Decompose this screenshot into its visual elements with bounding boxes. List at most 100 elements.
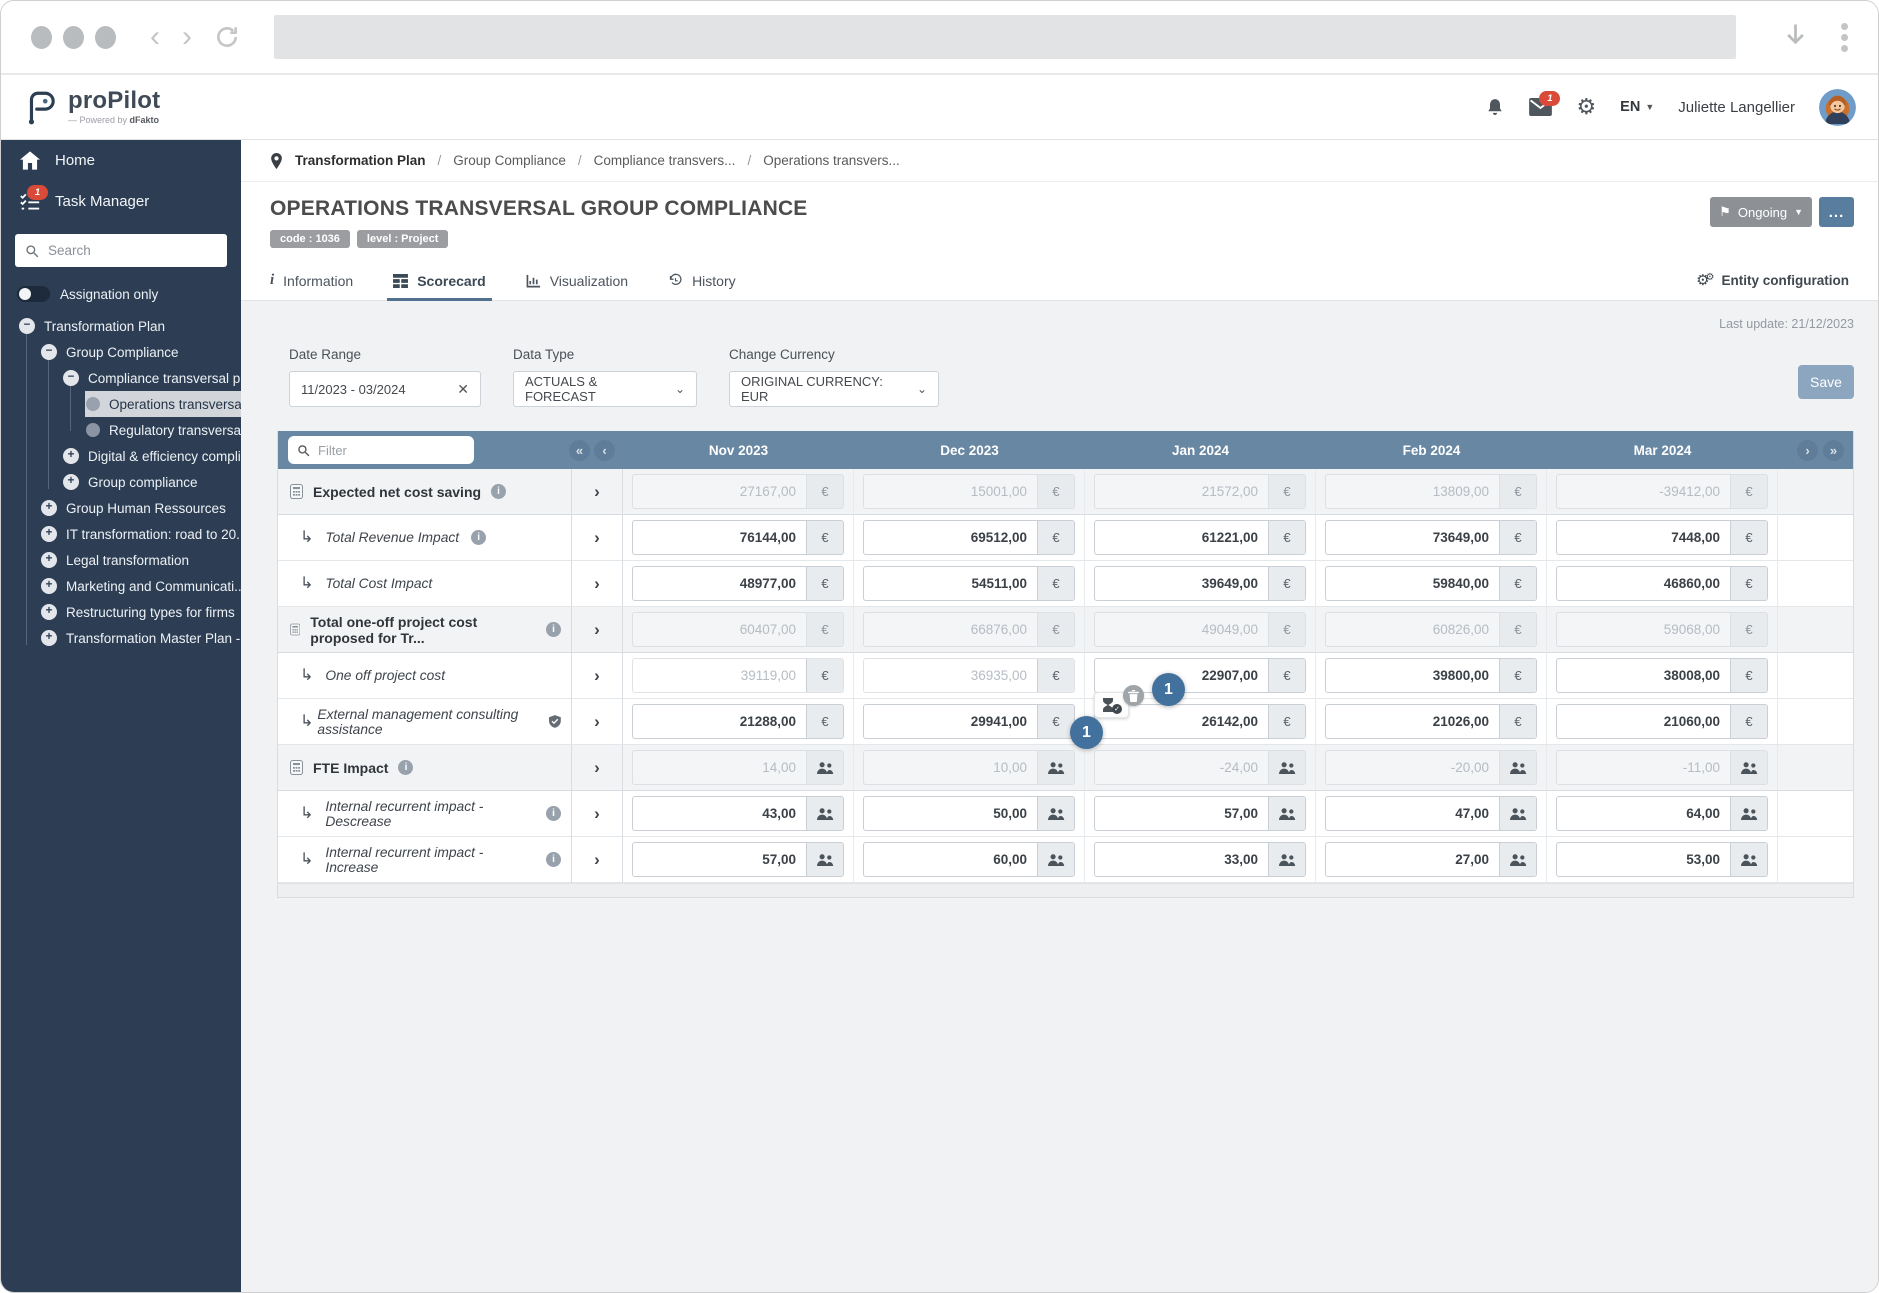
language-selector[interactable]: EN ▼	[1620, 99, 1654, 115]
expand-row-chevron[interactable]: ›	[572, 561, 623, 607]
status-dropdown-button[interactable]: ⚑ Ongoing ▼	[1710, 197, 1812, 227]
expand-icon[interactable]: +	[41, 630, 57, 646]
sidebar-item-task-manager[interactable]: 1 Task Manager	[1, 181, 241, 222]
sidebar-tree-item[interactable]: + Group compliance	[63, 469, 241, 495]
scorecard-cell-input[interactable]: 54511,00 €	[863, 566, 1075, 601]
scorecard-cell-input[interactable]: 50,00	[863, 796, 1075, 831]
collapse-icon[interactable]: −	[19, 318, 35, 334]
expand-icon[interactable]: +	[41, 604, 57, 620]
tab-history[interactable]: History	[668, 261, 736, 300]
annotation-marker[interactable]: 1	[1152, 673, 1185, 706]
sidebar-tree-item[interactable]: − Group Compliance	[41, 339, 241, 365]
scorecard-cell-input[interactable]: 64,00	[1556, 796, 1768, 831]
scorecard-cell-input[interactable]: 57,00	[632, 842, 844, 877]
sidebar-tree-item[interactable]: + Marketing and Communicati...	[41, 573, 241, 599]
avatar[interactable]	[1819, 88, 1856, 126]
scorecard-cell-input[interactable]: 7448,00 €	[1556, 520, 1768, 555]
tab-scorecard[interactable]: Scorecard	[387, 261, 493, 301]
currency-select[interactable]: ORIGINAL CURRENCY: EUR ⌄	[729, 371, 939, 407]
expand-row-chevron[interactable]: ›	[572, 699, 623, 745]
sidebar-tree-item[interactable]: + Restructuring types for firms	[41, 599, 241, 625]
scorecard-cell-input[interactable]: 43,00	[632, 796, 844, 831]
scorecard-cell-input[interactable]: 46860,00 €	[1556, 566, 1768, 601]
scorecard-cell-input[interactable]: 21060,00 €	[1556, 704, 1768, 739]
clear-icon[interactable]: ✕	[457, 381, 469, 398]
table-scrollbar-track[interactable]	[278, 883, 1853, 897]
scroll-last-icon[interactable]: »	[1823, 439, 1844, 461]
download-icon[interactable]	[1784, 22, 1807, 53]
breadcrumb-item[interactable]: Operations transvers...	[763, 153, 900, 168]
annotation-marker[interactable]: 1	[1070, 716, 1103, 749]
expand-icon[interactable]: +	[63, 448, 79, 464]
entity-configuration-button[interactable]: ⚙⚙ Entity configuration	[1696, 273, 1849, 289]
notifications-bell-icon[interactable]	[1485, 97, 1505, 118]
tab-information[interactable]: i Information	[270, 261, 353, 300]
expand-row-chevron[interactable]: ›	[572, 837, 623, 883]
scorecard-cell-input[interactable]: 29941,00 €	[863, 704, 1075, 739]
scorecard-cell-input[interactable]: 61221,00 €	[1094, 520, 1306, 555]
expand-icon[interactable]: +	[41, 578, 57, 594]
expand-row-chevron[interactable]: ›	[572, 469, 623, 515]
settings-gear-icon[interactable]: ⚙	[1576, 96, 1596, 118]
info-icon[interactable]: i	[546, 806, 561, 821]
browser-menu-icon[interactable]	[1841, 22, 1848, 52]
window-control-dot[interactable]	[95, 25, 116, 49]
propilot-logo[interactable]: proPilot — Powered by dFakto	[23, 89, 160, 125]
scorecard-cell-input[interactable]: 53,00	[1556, 842, 1768, 877]
expand-row-chevron[interactable]: ›	[572, 607, 623, 653]
collapse-icon[interactable]: −	[41, 344, 57, 360]
scorecard-cell-input[interactable]: 39649,00 €	[1094, 566, 1306, 601]
scorecard-cell-input[interactable]: 59840,00 €	[1325, 566, 1537, 601]
data-type-select[interactable]: ACTUALS & FORECAST ⌄	[513, 371, 697, 407]
address-bar[interactable]	[274, 15, 1736, 59]
browser-forward-icon[interactable]: ›	[182, 22, 192, 52]
assignation-toggle[interactable]	[17, 286, 50, 302]
scorecard-cell-input[interactable]: 39800,00 €	[1325, 658, 1537, 693]
sidebar-tree-item[interactable]: − Transformation Plan	[19, 313, 241, 339]
info-icon[interactable]: i	[398, 760, 414, 775]
table-filter-input[interactable]: Filter	[288, 436, 474, 464]
scroll-first-icon[interactable]: «	[569, 439, 590, 461]
sidebar-tree-item[interactable]: + IT transformation: road to 20...	[41, 521, 241, 547]
breadcrumb-item[interactable]: Compliance transvers...	[594, 153, 736, 168]
sidebar-item-home[interactable]: Home	[1, 140, 241, 181]
expand-icon[interactable]: +	[63, 474, 79, 490]
expand-icon[interactable]: +	[41, 526, 57, 542]
window-control-dot[interactable]	[31, 25, 52, 49]
delete-button[interactable]	[1123, 685, 1144, 706]
save-button[interactable]: Save	[1798, 365, 1854, 399]
sidebar-search-input[interactable]: Search	[15, 234, 227, 267]
scorecard-cell-input[interactable]: 21026,00 €	[1325, 704, 1537, 739]
expand-row-chevron[interactable]: ›	[572, 791, 623, 837]
scroll-next-icon[interactable]: ›	[1797, 439, 1818, 461]
sidebar-tree-item[interactable]: + Transformation Master Plan -...	[41, 625, 241, 651]
expand-row-chevron[interactable]: ›	[572, 745, 623, 791]
browser-refresh-icon[interactable]	[214, 22, 240, 52]
scorecard-cell-input[interactable]: 60,00	[863, 842, 1075, 877]
user-name[interactable]: Juliette Langellier	[1678, 99, 1795, 116]
info-icon[interactable]: i	[546, 622, 561, 637]
info-icon[interactable]: i	[471, 530, 487, 545]
scorecard-cell-input[interactable]: 76144,00 €	[632, 520, 844, 555]
sidebar-tree-item[interactable]: − Compliance transversal pr...	[63, 365, 241, 391]
scorecard-cell-input[interactable]: 27,00	[1325, 842, 1537, 877]
scorecard-cell-input[interactable]: 47,00	[1325, 796, 1537, 831]
info-icon[interactable]: i	[546, 852, 561, 867]
messages-icon[interactable]: 1	[1529, 91, 1561, 116]
scorecard-cell-input[interactable]: 33,00	[1094, 842, 1306, 877]
sidebar-tree-item[interactable]: + Digital & efficiency compli...	[63, 443, 241, 469]
sidebar-tree-item[interactable]: + Legal transformation	[41, 547, 241, 573]
expand-icon[interactable]: +	[41, 500, 57, 516]
tab-visualization[interactable]: Visualization	[526, 261, 628, 300]
expand-row-chevron[interactable]: ›	[572, 653, 623, 699]
more-actions-button[interactable]: ...	[1819, 197, 1854, 227]
sidebar-tree-item[interactable]: Operations transversal ...	[85, 391, 241, 417]
sidebar-tree-item[interactable]: + Group Human Ressources	[41, 495, 241, 521]
breadcrumb-item[interactable]: Transformation Plan	[295, 153, 426, 168]
expand-icon[interactable]: +	[41, 552, 57, 568]
browser-back-icon[interactable]: ‹	[150, 22, 160, 52]
collapse-icon[interactable]: −	[63, 370, 79, 386]
scroll-prev-icon[interactable]: ‹	[594, 439, 615, 461]
scorecard-cell-input[interactable]: 21288,00 €	[632, 704, 844, 739]
scorecard-cell-input[interactable]: 57,00	[1094, 796, 1306, 831]
